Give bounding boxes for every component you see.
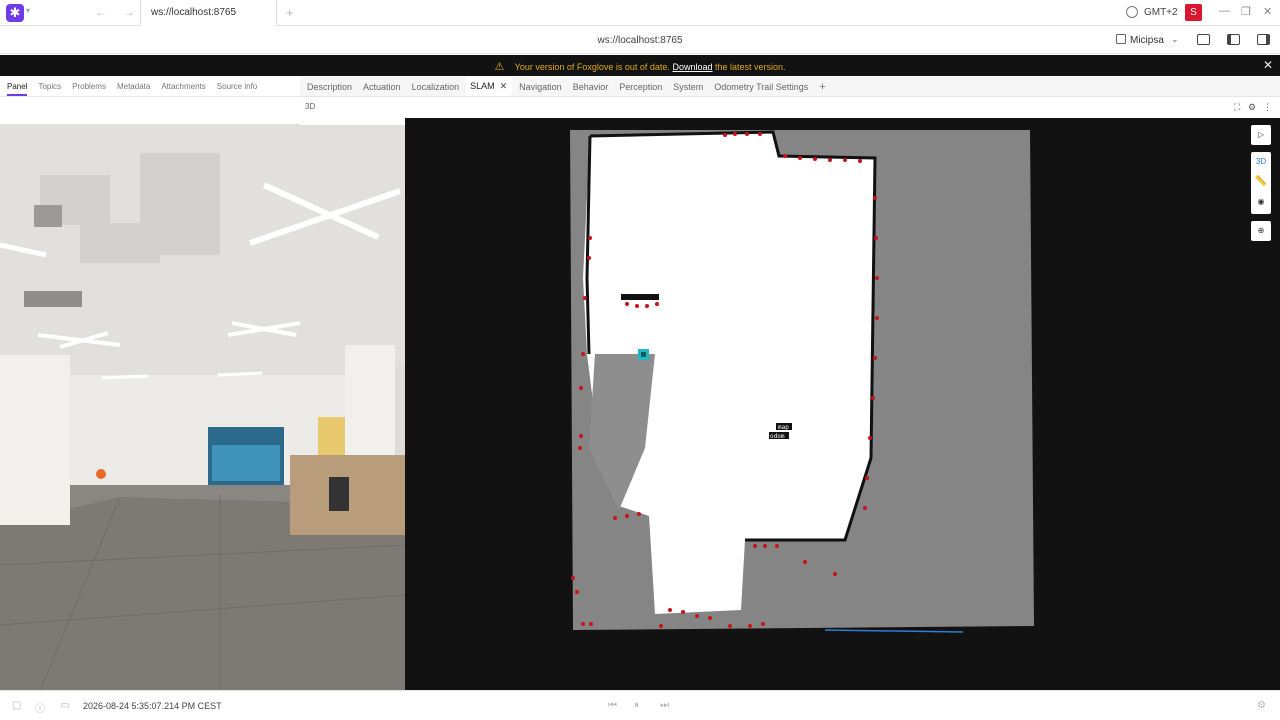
layout-selector[interactable]: Micipsa (1130, 35, 1164, 46)
user-avatar[interactable]: S (1185, 4, 1202, 21)
more-icon[interactable]: ⋮ (1263, 102, 1272, 113)
camera-image (0, 125, 405, 691)
robot-marker[interactable] (638, 349, 649, 360)
forward-icon[interactable]: → (123, 5, 135, 19)
seek-backward-icon[interactable]: ⏮ (608, 700, 617, 711)
tab-actuation[interactable]: Actuation (363, 77, 401, 96)
banner-text: Your version of Foxglove is out of date. (514, 62, 670, 72)
camera-scene (0, 125, 405, 691)
back-icon[interactable]: ← (95, 5, 107, 19)
browser-tab-title: ws://localhost:8765 (151, 7, 237, 18)
sidebar-tab-attachments[interactable]: Attachments (161, 77, 205, 96)
foxglove-logo-icon[interactable]: ✱ (6, 4, 24, 22)
sidebar-tabs: Panel Topics Problems Metadata Attachmen… (0, 77, 300, 97)
layout-tabs: Description Actuation Localization SLAM ✕… (300, 77, 1280, 97)
follow-target-icon[interactable]: ⊕ (1251, 221, 1271, 241)
tab-slam-label: SLAM (470, 81, 495, 91)
occupancy-map[interactable]: map odom (405, 118, 1280, 690)
banner-text-tail: the latest version. (715, 62, 786, 72)
seek-forward-icon[interactable]: ⏭ (660, 700, 669, 711)
frame-label-odom: odom (770, 433, 785, 440)
fullscreen-icon[interactable]: ⛶ (1234, 102, 1240, 113)
connection-address: ws://localhost:8765 (597, 35, 683, 46)
frame-label-map: map (778, 424, 789, 431)
close-icon[interactable]: ✕ (1263, 5, 1272, 18)
sidebar-tab-panel[interactable]: Panel (7, 77, 28, 96)
browser-tab-bar: ✱ ▾ ← → ws://localhost:8765 + GMT+2 S — … (0, 0, 1280, 26)
publish-point-icon[interactable]: ◉ (1251, 192, 1271, 212)
right-sidebar-toggle-icon[interactable] (1257, 34, 1270, 45)
sidebar-tab-problems[interactable]: Problems (72, 77, 106, 96)
address-bar: ws://localhost:8765 Micipsa ⌄ (0, 26, 1280, 54)
panel-toolbar: 3D ⛶ ⚙ ⋮ (300, 97, 1280, 118)
tab-system[interactable]: System (673, 77, 703, 96)
browser-tab[interactable]: ws://localhost:8765 (140, 0, 277, 26)
tab-odometry-trail-settings[interactable]: Odometry Trail Settings (714, 77, 808, 96)
chevron-down-icon[interactable]: ▾ (26, 6, 30, 15)
maximize-icon[interactable]: ❐ (1241, 5, 1251, 18)
warning-icon: ⚠ (494, 61, 505, 73)
tab-perception[interactable]: Perception (619, 77, 662, 96)
help-icon[interactable]: ⓘ (35, 700, 45, 715)
calendar-icon[interactable]: ▭ (60, 700, 69, 711)
view-tools: 3D 📏 ◉ (1251, 152, 1271, 214)
measure-icon[interactable]: 📏 (1251, 172, 1271, 192)
globe-icon[interactable] (1126, 6, 1138, 18)
update-banner: ⚠ Your version of Foxglove is out of dat… (0, 55, 1280, 76)
sidebar-tab-topics[interactable]: Topics (38, 77, 61, 96)
app-settings-icon[interactable] (1197, 34, 1210, 45)
3d-view[interactable]: map odom (405, 118, 1280, 690)
tab-localization[interactable]: Localization (412, 77, 460, 96)
playback-settings-icon[interactable]: ⚙ (1257, 700, 1266, 711)
tab-description[interactable]: Description (307, 77, 352, 96)
left-sidebar-toggle-icon[interactable] (1227, 34, 1240, 45)
sidebar-tab-source-info[interactable]: Source info (217, 77, 257, 96)
new-tab-button[interactable]: + (286, 5, 294, 20)
tab-slam[interactable]: SLAM ✕ (466, 77, 513, 96)
select-tool-icon[interactable]: ▷ (1251, 125, 1271, 145)
minimize-icon[interactable]: — (1219, 5, 1230, 17)
chevron-down-icon[interactable]: ⌄ (1171, 34, 1179, 45)
download-link[interactable]: Download (672, 62, 712, 72)
panel-title[interactable]: 3D (305, 102, 315, 111)
tab-navigation[interactable]: Navigation (519, 77, 562, 96)
gear-icon[interactable]: ⚙ (1248, 102, 1256, 113)
pause-icon[interactable]: ⏸ (634, 700, 639, 711)
view-mode-toggle[interactable]: 3D (1251, 152, 1271, 172)
layout-icon[interactable] (1116, 34, 1126, 44)
info-icon[interactable]: ▢ (12, 700, 21, 711)
close-icon[interactable]: ✕ (1263, 58, 1273, 72)
sidebar-panel-content (0, 97, 300, 125)
playback-timestamp[interactable]: 2026-08-24 5:35:07.214 PM CEST (83, 701, 222, 711)
tab-behavior[interactable]: Behavior (573, 77, 609, 96)
sidebar-tab-metadata[interactable]: Metadata (117, 77, 150, 96)
timezone-label[interactable]: GMT+2 (1144, 7, 1178, 18)
add-tab-button[interactable]: + (819, 77, 825, 96)
playback-bar: ▢ ⓘ ▭ 2026-08-24 5:35:07.214 PM CEST ⏮ ⏸… (0, 690, 1280, 720)
close-icon[interactable]: ✕ (500, 81, 508, 91)
